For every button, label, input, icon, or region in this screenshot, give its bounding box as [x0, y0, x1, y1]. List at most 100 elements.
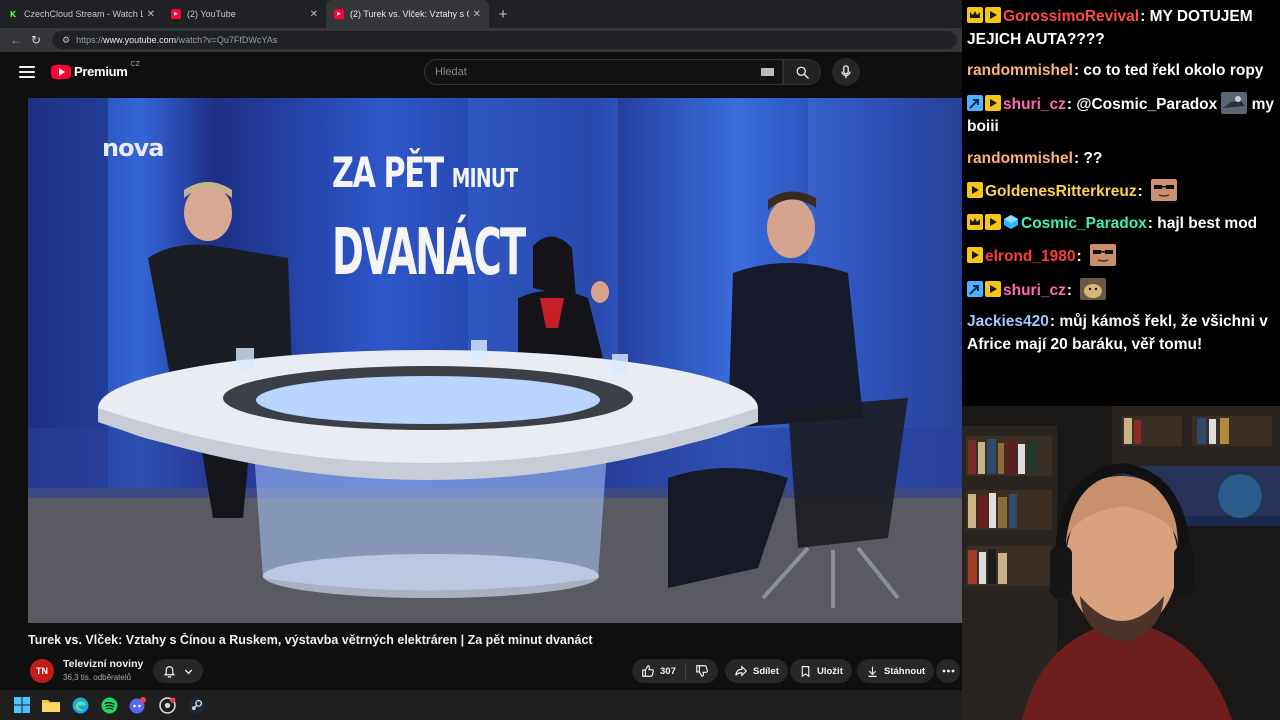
- chat-username[interactable]: GoldenesRitterkreuz: [985, 183, 1137, 200]
- more-actions-button[interactable]: [936, 659, 960, 683]
- chat-username[interactable]: shuri_cz: [1003, 96, 1066, 113]
- bell-icon: [163, 665, 176, 678]
- logo-word: Premium: [74, 64, 128, 79]
- show-title-line2: DVANÁCT: [332, 216, 526, 290]
- download-button[interactable]: Stáhnout: [857, 659, 935, 683]
- show-title-b: MINUT: [451, 164, 518, 194]
- chat-message: GoldenesRitterkreuz:: [967, 179, 1276, 204]
- close-tab-icon[interactable]: ✕: [310, 9, 318, 20]
- more-horizontal-icon: [942, 669, 954, 673]
- menu-icon[interactable]: [18, 63, 36, 81]
- file-explorer-icon[interactable]: [41, 695, 61, 715]
- chat-username[interactable]: shuri_cz: [1003, 282, 1066, 299]
- new-tab-button[interactable]: +: [489, 0, 517, 28]
- share-icon: [735, 665, 748, 677]
- close-tab-icon[interactable]: ✕: [147, 9, 155, 20]
- reload-icon[interactable]: ↻: [26, 30, 46, 50]
- windows-start-icon[interactable]: [12, 695, 32, 715]
- chat-text: @Cosmic_Paradox: [1076, 95, 1218, 113]
- chat-username[interactable]: Cosmic_Paradox: [1021, 215, 1147, 232]
- channel-avatar[interactable]: TN: [30, 659, 54, 683]
- thumbs-up-icon[interactable]: [641, 664, 655, 678]
- sub-badge-icon: [967, 247, 983, 263]
- chat-message: GorossimoRevival: MY DOTUJEM JEJICH AUTA…: [967, 7, 1253, 48]
- nova-channel-logo: nova: [102, 134, 164, 162]
- search-button[interactable]: [783, 59, 821, 85]
- show-title-a: ZA PĚT: [332, 148, 444, 197]
- webcam-scene: [962, 406, 1280, 720]
- like-count[interactable]: 307: [660, 666, 676, 677]
- discord-icon[interactable]: [128, 695, 148, 715]
- edge-browser-icon[interactable]: [70, 695, 90, 715]
- chevron-down-icon: [184, 669, 193, 674]
- keyboard-icon[interactable]: [761, 68, 774, 76]
- chat-message: Jackies420: můj kámoš řekl, že všichni v…: [967, 313, 1268, 353]
- streamer-webcam: [962, 406, 1280, 720]
- like-dislike-group: 307: [632, 659, 718, 683]
- crown-badge-icon: [967, 7, 983, 23]
- save-button[interactable]: Uložit: [790, 659, 852, 683]
- sunglasses-emote-icon: [1151, 179, 1178, 201]
- address-bar-row: ← ↻ ⚙ https://www.youtube.com/watch?v=Qu…: [0, 28, 962, 52]
- search-icon: [796, 66, 809, 79]
- url-prefix: https://: [76, 35, 104, 45]
- share-button[interactable]: Sdílet: [725, 659, 788, 683]
- tab-youtube-home[interactable]: ▶ (2) YouTube ✕: [163, 0, 326, 28]
- cube-badge-icon: [1004, 214, 1018, 229]
- arrow-badge-icon: [967, 94, 983, 111]
- url-host: www.youtube.com: [103, 35, 177, 45]
- download-label: Stáhnout: [884, 665, 926, 677]
- url-path: /watch?v=Qu7FfDWcYAs: [176, 35, 278, 45]
- sub-badge-icon: [985, 280, 1001, 297]
- channel-name[interactable]: Televizní noviny: [63, 658, 143, 670]
- like-divider: [684, 663, 686, 679]
- sub-badge-icon: [985, 7, 1001, 23]
- youtube-premium-logo[interactable]: Premium CZ: [51, 61, 140, 79]
- download-icon: [868, 666, 877, 677]
- steam-icon[interactable]: [186, 695, 206, 715]
- chat-username[interactable]: Jackies420: [967, 313, 1049, 330]
- search-input[interactable]: Hledat: [424, 59, 783, 85]
- bookmark-icon: [801, 665, 810, 678]
- sub-badge-icon: [985, 94, 1001, 111]
- chat-username[interactable]: elrond_1980: [985, 248, 1075, 265]
- tab-title: (2) YouTube: [187, 9, 236, 19]
- chat-message: randommishel: co to ted řekl okolo ropy: [967, 62, 1264, 79]
- chat-message: shuri_cz: @Cosmic_Paradox my boiii: [967, 91, 1276, 139]
- chat-message: shuri_cz:: [967, 277, 1276, 303]
- youtube-icon: ▶: [334, 9, 344, 19]
- voice-search-button[interactable]: [832, 58, 860, 86]
- chat-text: ??: [1083, 149, 1103, 167]
- tab-czechcloud[interactable]: K CzechCloud Stream - Watch Live o ✕: [0, 0, 163, 28]
- back-arrow-icon[interactable]: ←: [6, 30, 26, 50]
- share-label: Sdílet: [753, 665, 779, 677]
- url-input[interactable]: ⚙ https://www.youtube.com/watch?v=Qu7FfD…: [52, 31, 957, 49]
- spotify-icon[interactable]: [99, 695, 119, 715]
- thumbs-down-icon[interactable]: [695, 664, 709, 678]
- tab-title: CzechCloud Stream - Watch Live o: [24, 9, 143, 19]
- browser-tab-bar: K CzechCloud Stream - Watch Live o ✕ ▶ (…: [0, 0, 962, 28]
- stream-chat: GorossimoRevival: MY DOTUJEM JEJICH AUTA…: [962, 0, 1280, 406]
- microphone-icon: [841, 65, 851, 79]
- video-title: Turek vs. Vlček: Vztahy s Čínou a Ruskem…: [28, 633, 593, 647]
- chat-username[interactable]: GorossimoRevival: [1003, 8, 1139, 25]
- youtube-play-icon: [51, 64, 71, 79]
- close-tab-icon[interactable]: ✕: [473, 9, 481, 20]
- video-player[interactable]: nova ZA PĚT MINUT DVANÁCT: [28, 98, 962, 623]
- tank-emote-icon: [1221, 91, 1248, 114]
- hamster-emote-icon: [1080, 277, 1107, 300]
- chat-username[interactable]: randommishel: [967, 62, 1073, 79]
- sub-badge-icon: [985, 213, 1001, 230]
- youtube-icon: ▶: [171, 9, 181, 19]
- subscriber-count: 36,3 tis. odběratelů: [63, 673, 132, 682]
- tab-youtube-video[interactable]: ▶ (2) Turek vs. Vlček: Vztahy s Čínou ✕: [326, 0, 489, 28]
- sunglasses-emote-icon: [1089, 244, 1116, 266]
- chat-username[interactable]: randommishel: [967, 150, 1073, 167]
- tab-title: (2) Turek vs. Vlček: Vztahy s Čínou: [350, 9, 469, 19]
- site-info-icon[interactable]: ⚙: [62, 35, 70, 46]
- notifications-button[interactable]: [153, 659, 203, 683]
- arrow-badge-icon: [967, 280, 983, 297]
- country-code: CZ: [130, 61, 140, 68]
- chrome-icon[interactable]: [157, 695, 177, 715]
- chat-text: co to ted řekl okolo ropy: [1083, 62, 1264, 79]
